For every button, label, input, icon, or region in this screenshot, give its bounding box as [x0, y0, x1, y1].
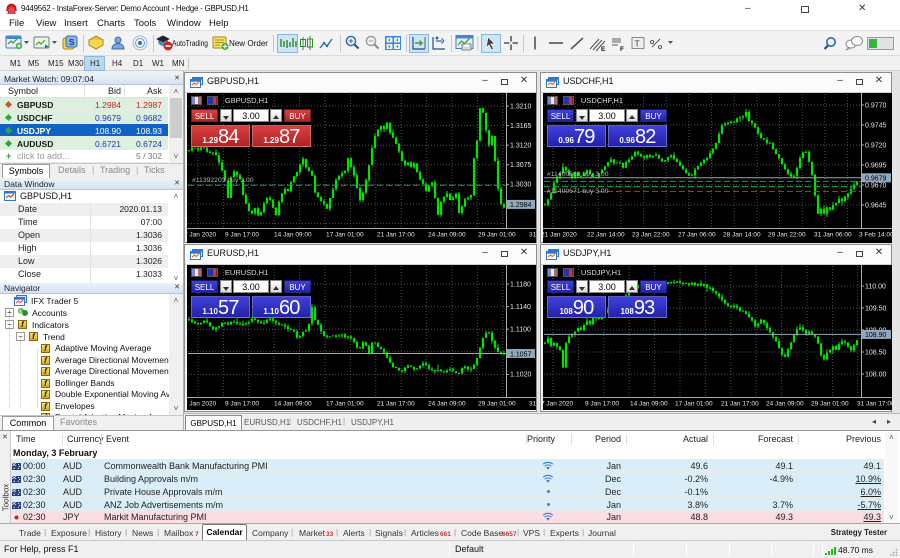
svg-text:29 Jan 01:00: 29 Jan 01:00	[811, 401, 849, 408]
svg-text:21 Jan 17:00: 21 Jan 17:00	[377, 232, 415, 239]
svg-text:17 Jan 01:00: 17 Jan 01:00	[326, 401, 364, 408]
svg-text:14 Jan 09:00: 14 Jan 09:00	[274, 232, 312, 239]
svg-text:1.3210: 1.3210	[510, 103, 532, 110]
svg-text:7 Jan 2020: 7 Jan 2020	[187, 232, 217, 239]
svg-text:110.00: 110.00	[865, 283, 886, 290]
svg-text:108.50: 108.50	[865, 349, 887, 356]
svg-text:24 Jan 09:00: 24 Jan 09:00	[428, 401, 466, 408]
svg-text:27 Jan 06:00: 27 Jan 06:00	[678, 232, 716, 239]
svg-text:24 Jan 09:00: 24 Jan 09:00	[428, 232, 466, 239]
svg-text:1.1180: 1.1180	[510, 281, 531, 288]
svg-text:23 Jan 22:00: 23 Jan 22:00	[632, 232, 670, 239]
svg-text:1.1020: 1.1020	[510, 372, 532, 379]
svg-text:E: E	[601, 46, 606, 53]
svg-text:109.50: 109.50	[865, 305, 887, 312]
svg-text:31 Jan 17:00: 31 Jan 17:00	[529, 232, 536, 239]
svg-text:T: T	[635, 39, 640, 49]
svg-text:1.3165: 1.3165	[510, 123, 532, 130]
svg-text:21 Jan 17:00: 21 Jan 17:00	[721, 401, 759, 408]
svg-text:17 Jan 01:00: 17 Jan 01:00	[326, 232, 364, 239]
svg-text:#11400671 buy 3.00: #11400671 buy 3.00	[547, 188, 609, 195]
svg-text:9 Jan 17:00: 9 Jan 17:00	[585, 401, 619, 408]
svg-text:21 Jan 17:00: 21 Jan 17:00	[377, 401, 415, 408]
svg-text:108.90: 108.90	[865, 332, 887, 339]
svg-text:#11392203 buy 3.00: #11392203 buy 3.00	[192, 177, 254, 184]
svg-text:17 Jan 01:00: 17 Jan 01:00	[675, 401, 713, 408]
svg-text:1.3120: 1.3120	[510, 143, 532, 150]
svg-text:1.1100: 1.1100	[510, 327, 531, 334]
svg-text:21 Jan 2020: 21 Jan 2020	[543, 232, 577, 239]
svg-text:9 Jan 17:00: 9 Jan 17:00	[225, 401, 259, 408]
svg-text:29 Jan 22:00: 29 Jan 22:00	[768, 232, 806, 239]
svg-text:7 Jan 2020: 7 Jan 2020	[543, 401, 574, 408]
svg-text:S: S	[69, 38, 75, 47]
svg-text:0.9720: 0.9720	[865, 142, 887, 149]
svg-text:28 Jan 14:00: 28 Jan 14:00	[723, 232, 761, 239]
svg-text:29 Jan 01:00: 29 Jan 01:00	[478, 401, 516, 408]
svg-text:0.9695: 0.9695	[865, 162, 887, 169]
svg-text:7 Jan 2020: 7 Jan 2020	[187, 401, 217, 408]
svg-text:14 Jan 09:00: 14 Jan 09:00	[630, 401, 668, 408]
svg-text:14 Jan 09:00: 14 Jan 09:00	[274, 401, 312, 408]
svg-text:22 Jan 14:00: 22 Jan 14:00	[587, 232, 625, 239]
svg-text:9 Jan 17:00: 9 Jan 17:00	[225, 232, 259, 239]
svg-text:0.9745: 0.9745	[865, 122, 887, 129]
svg-text:1.2984: 1.2984	[510, 202, 532, 209]
svg-text:#11400669 buy 3.00: #11400669 buy 3.00	[547, 171, 609, 178]
svg-text:0.9770: 0.9770	[865, 102, 887, 109]
svg-text:29 Jan 01:00: 29 Jan 01:00	[478, 232, 516, 239]
svg-text:1.1140: 1.1140	[510, 304, 531, 311]
svg-text:108.00: 108.00	[865, 371, 887, 378]
svg-text:1.1057: 1.1057	[510, 351, 532, 358]
svg-text:31 Jan 17:00: 31 Jan 17:00	[857, 401, 892, 408]
svg-text:24 Jan 09:00: 24 Jan 09:00	[766, 401, 804, 408]
svg-text:1.3075: 1.3075	[510, 162, 532, 169]
svg-text:AutoTrading: AutoTrading	[172, 39, 208, 48]
svg-text:1.3030: 1.3030	[510, 182, 532, 189]
svg-text:0.9645: 0.9645	[865, 202, 887, 209]
svg-text:0.9670: 0.9670	[865, 182, 887, 189]
svg-text:31 Jan 06:00: 31 Jan 06:00	[814, 232, 852, 239]
svg-text:31 Jan 17:00: 31 Jan 17:00	[529, 401, 536, 408]
svg-text:0.9679: 0.9679	[865, 176, 887, 183]
svg-text:3 Feb 14:00: 3 Feb 14:00	[859, 232, 892, 239]
svg-text:F: F	[620, 46, 624, 53]
svg-text:New Order: New Order	[229, 39, 268, 48]
